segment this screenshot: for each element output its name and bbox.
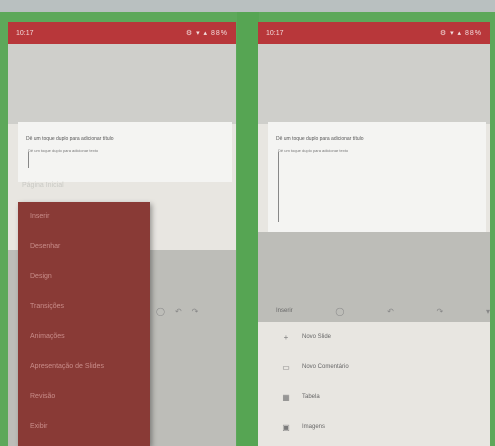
top-gray-band xyxy=(258,44,490,124)
status-time: 10:17 xyxy=(16,29,34,37)
top-gray-band xyxy=(8,44,236,124)
slide-title-placeholder[interactable]: Dê um toque duplo para adicionar título xyxy=(26,136,232,142)
bottom-toolbar: ◯ ↶ ↷ xyxy=(148,300,236,322)
green-divider xyxy=(237,12,259,446)
text-cursor xyxy=(278,152,279,222)
status-icons: ⚙ ▾ ▴ 88% xyxy=(439,30,482,37)
slide-canvas[interactable]: Dê um toque duplo para adicionar título … xyxy=(18,122,232,182)
undo-icon[interactable]: ↶ xyxy=(387,307,394,316)
status-time: 10:17 xyxy=(266,29,284,37)
bottom-toolbar: Inserir ◯ ↶ ↷ ▾ xyxy=(268,300,490,322)
menu-item-transicoes[interactable]: Transições xyxy=(18,292,150,322)
right-phone-screen: 10:17 ⚙ ▾ ▴ 88% Dê um toque duplo para a… xyxy=(258,22,490,446)
redo-icon[interactable]: ↷ xyxy=(192,307,199,316)
insert-command-list: + Novo Slide ▭ Novo Comentário ▦ Tabela … xyxy=(268,322,490,442)
status-bar: 10:17 ⚙ ▾ ▴ 88% xyxy=(258,22,490,44)
undo-icon[interactable]: ↶ xyxy=(175,307,182,316)
menu-item-exibir[interactable]: Exibir xyxy=(18,412,150,442)
list-item-label: Imagens xyxy=(302,424,326,430)
microphone-icon[interactable]: ◯ xyxy=(156,307,165,316)
insert-tab-dropdown[interactable]: Inserir xyxy=(276,308,293,314)
menu-item-revisao[interactable]: Revisão xyxy=(18,382,150,412)
slide-subtitle-placeholder[interactable]: Dê um toque duplo para adicionar texto xyxy=(278,148,486,153)
slide-subtitle-placeholder[interactable]: Dê um toque duplo para adicionar texto xyxy=(28,148,232,153)
list-item-label: Tabela xyxy=(302,394,320,400)
top-background-strip xyxy=(0,0,495,12)
slide-title-placeholder[interactable]: Dê um toque duplo para adicionar título xyxy=(276,136,486,142)
list-item-label: Novo Comentário xyxy=(302,364,349,370)
menu-item-desenhar[interactable]: Desenhar xyxy=(18,232,150,262)
ribbon-tab-menu: Inserir Desenhar Design Transições Anima… xyxy=(18,202,150,446)
plus-icon: + xyxy=(283,332,289,342)
menu-item-design[interactable]: Design xyxy=(18,262,150,292)
status-bar: 10:17 ⚙ ▾ ▴ 88% xyxy=(8,22,236,44)
home-tab-heading[interactable]: Página Inicial xyxy=(22,182,64,189)
menu-item-inserir[interactable]: Inserir xyxy=(18,202,150,232)
text-cursor xyxy=(28,152,29,168)
list-item-novo-comentario[interactable]: ▭ Novo Comentário xyxy=(268,352,490,382)
image-icon: ▣ xyxy=(282,422,290,432)
table-icon: ▦ xyxy=(282,392,290,402)
list-item-label: Novo Slide xyxy=(302,334,332,340)
comment-icon: ▭ xyxy=(282,362,290,372)
menu-item-animacoes[interactable]: Animações xyxy=(18,322,150,352)
list-item-imagens[interactable]: ▣ Imagens xyxy=(268,412,490,442)
status-icons: ⚙ ▾ ▴ 88% xyxy=(185,30,228,37)
microphone-icon[interactable]: ◯ xyxy=(335,307,344,316)
list-item-tabela[interactable]: ▦ Tabela xyxy=(268,382,490,412)
left-phone-screen: 10:17 ⚙ ▾ ▴ 88% Dê um toque duplo para a… xyxy=(8,22,236,446)
list-item-novo-slide[interactable]: + Novo Slide xyxy=(268,322,490,352)
slide-canvas[interactable]: Dê um toque duplo para adicionar título … xyxy=(268,122,486,232)
redo-icon[interactable]: ↷ xyxy=(437,307,444,316)
collapse-chevron-icon[interactable]: ▾ xyxy=(486,307,490,316)
menu-item-apresentacao[interactable]: Apresentação de Slides xyxy=(18,352,150,382)
